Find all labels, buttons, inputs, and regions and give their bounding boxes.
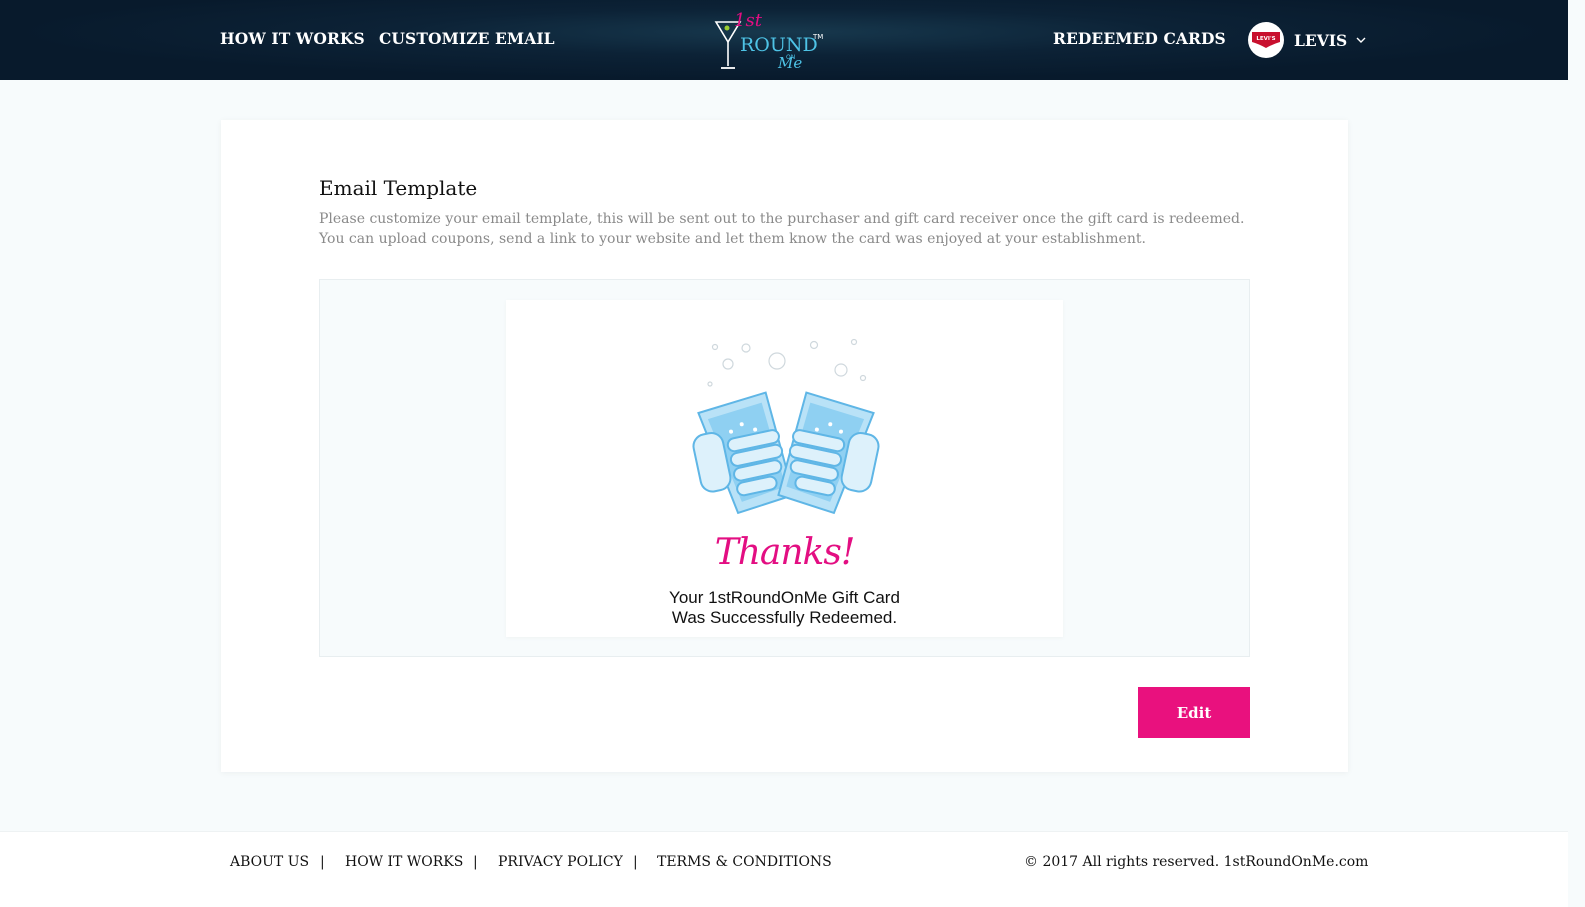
email-preview: Thanks! Your 1stRoundOnMe Gift Card Was … [506, 300, 1063, 637]
site-logo[interactable]: 1st ROUND TM ON Me [710, 10, 830, 72]
nav-customize-email[interactable]: CUSTOMIZE EMAIL [379, 29, 555, 48]
thanks-heading: Thanks! [714, 532, 856, 573]
user-menu[interactable]: LEVI'S LEVIS [1248, 21, 1367, 59]
svg-text:TM: TM [812, 33, 823, 41]
edit-button[interactable]: Edit [1138, 687, 1250, 738]
chevron-down-icon [1356, 37, 1366, 43]
footer: ABOUT US | HOW IT WORKS | PRIVACY POLICY… [0, 831, 1568, 907]
svg-text:Me: Me [777, 54, 802, 72]
avatar: LEVI'S [1248, 22, 1284, 58]
levis-avatar-icon: LEVI'S [1252, 32, 1280, 48]
email-template-card: Email Template Please customize your ema… [221, 120, 1348, 772]
user-name: LEVIS [1294, 30, 1348, 50]
email-preview-area: Thanks! Your 1stRoundOnMe Gift Card Was … [319, 279, 1250, 657]
svg-text:ROUND: ROUND [740, 34, 818, 56]
footer-how-it-works[interactable]: HOW IT WORKS [345, 854, 463, 870]
svg-text:1st: 1st [734, 10, 763, 31]
footer-terms-conditions[interactable]: TERMS & CONDITIONS [657, 854, 832, 870]
footer-privacy-policy[interactable]: PRIVACY POLICY [498, 854, 623, 870]
nav-how-it-works[interactable]: HOW IT WORKS [220, 29, 365, 48]
svg-text:LEVI'S: LEVI'S [1256, 36, 1275, 42]
nav-redeemed-cards[interactable]: REDEEMED CARDS [1053, 29, 1226, 48]
martini-logo-icon: 1st ROUND TM ON Me [714, 10, 823, 72]
page-title: Email Template [319, 176, 478, 200]
email-line-2: Was Successfully Redeemed. [671, 608, 898, 627]
email-line-1: Your 1stRoundOnMe Gift Card [669, 588, 900, 607]
toasting-glasses-icon [692, 338, 880, 515]
footer-about-us[interactable]: ABOUT US [230, 854, 309, 870]
copyright-text: © 2017 All rights reserved. 1stRoundOnMe… [1024, 854, 1369, 870]
page-description: Please customize your email template, th… [319, 211, 1245, 247]
footer-separator: | [633, 854, 638, 870]
footer-separator: | [473, 854, 478, 870]
top-nav-bar: HOW IT WORKS CUSTOMIZE EMAIL 1st ROUND T… [0, 0, 1568, 80]
footer-separator: | [320, 854, 325, 870]
